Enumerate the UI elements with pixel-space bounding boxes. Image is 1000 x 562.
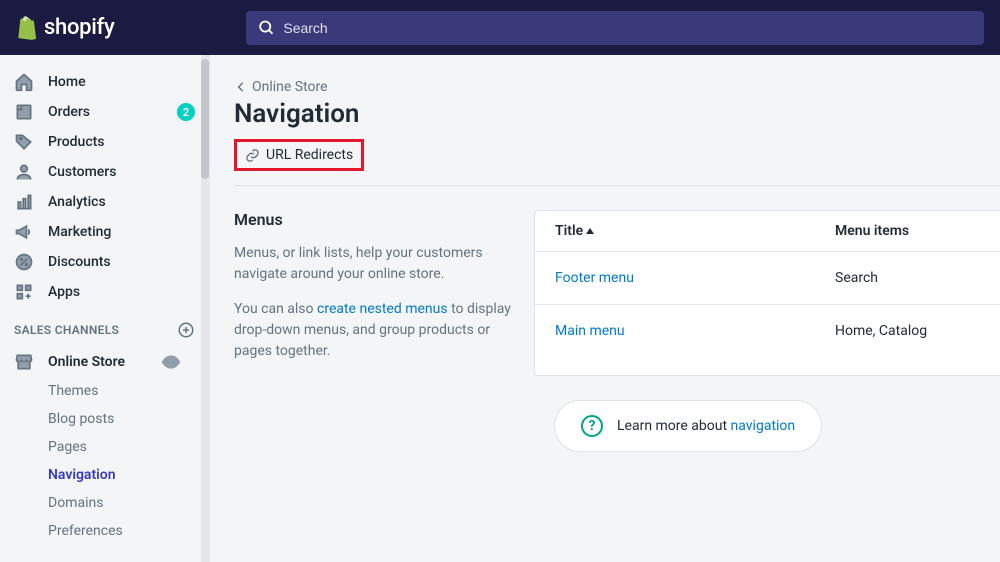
menus-desc-2: You can also create nested menus to disp… <box>234 299 514 362</box>
apps-icon <box>14 282 34 302</box>
sub-domains[interactable]: Domains <box>0 489 209 517</box>
sort-asc-icon <box>585 226 595 236</box>
url-redirects-link[interactable]: URL Redirects <box>237 142 361 168</box>
sub-themes[interactable]: Themes <box>0 377 209 405</box>
megaphone-icon <box>14 222 34 242</box>
col-title-header[interactable]: Title <box>555 223 835 239</box>
tag-icon <box>14 132 34 152</box>
store-icon <box>14 352 34 372</box>
brand-text: shopify <box>44 15 114 40</box>
nav-marketing[interactable]: Marketing <box>0 217 209 247</box>
help-icon: ? <box>581 415 603 437</box>
sub-navigation[interactable]: Navigation <box>0 461 209 489</box>
row-items: Search <box>835 270 878 286</box>
menus-table: Title Menu items Footer menu Search Main… <box>534 210 1000 376</box>
nav-home[interactable]: Home <box>0 67 209 97</box>
learn-navigation-link[interactable]: navigation <box>731 418 796 434</box>
sub-pages[interactable]: Pages <box>0 433 209 461</box>
breadcrumb[interactable]: Online Store <box>234 79 1000 95</box>
nav-products[interactable]: Products <box>0 127 209 157</box>
nav-analytics[interactable]: Analytics <box>0 187 209 217</box>
search-input[interactable] <box>283 20 972 36</box>
eye-icon[interactable] <box>161 352 181 372</box>
nav-customers[interactable]: Customers <box>0 157 209 187</box>
row-items: Home, Catalog <box>835 323 927 339</box>
row-title[interactable]: Main menu <box>555 323 835 339</box>
nav-orders[interactable]: Orders 2 <box>0 97 209 127</box>
page-title: Navigation <box>234 99 1000 129</box>
brand-logo[interactable]: shopify <box>16 15 246 40</box>
add-channel-icon[interactable] <box>177 321 195 339</box>
nav-discounts[interactable]: Discounts <box>0 247 209 277</box>
nav-online-store[interactable]: Online Store <box>0 347 209 377</box>
shopify-bag-icon <box>16 16 38 40</box>
highlight-annotation: URL Redirects <box>234 139 364 171</box>
nested-menus-link[interactable]: create nested menus <box>317 301 448 317</box>
sub-preferences[interactable]: Preferences <box>0 517 209 545</box>
search-box[interactable] <box>246 11 984 45</box>
col-items-header: Menu items <box>835 223 980 239</box>
channels-header: SALES CHANNELS <box>0 307 209 347</box>
menus-desc-1: Menus, or link lists, help your customer… <box>234 243 514 285</box>
link-icon <box>245 148 260 163</box>
home-icon <box>14 72 34 92</box>
sub-blog-posts[interactable]: Blog posts <box>0 405 209 433</box>
table-row[interactable]: Footer menu Search <box>535 252 1000 305</box>
learn-more-box[interactable]: ? Learn more about navigation <box>554 400 822 452</box>
menus-heading: Menus <box>234 210 514 229</box>
orders-badge: 2 <box>177 103 195 121</box>
chevron-left-icon <box>234 80 248 94</box>
nav-apps[interactable]: Apps <box>0 277 209 307</box>
discount-icon <box>14 252 34 272</box>
chart-icon <box>14 192 34 212</box>
person-icon <box>14 162 34 182</box>
orders-icon <box>14 102 34 122</box>
sidebar-scrollbar[interactable] <box>201 55 209 562</box>
search-icon <box>258 19 275 37</box>
table-row[interactable]: Main menu Home, Catalog <box>535 305 1000 357</box>
sidebar: Home Orders 2 Products Customers Analyti… <box>0 55 210 562</box>
divider <box>234 185 1000 186</box>
row-title[interactable]: Footer menu <box>555 270 835 286</box>
